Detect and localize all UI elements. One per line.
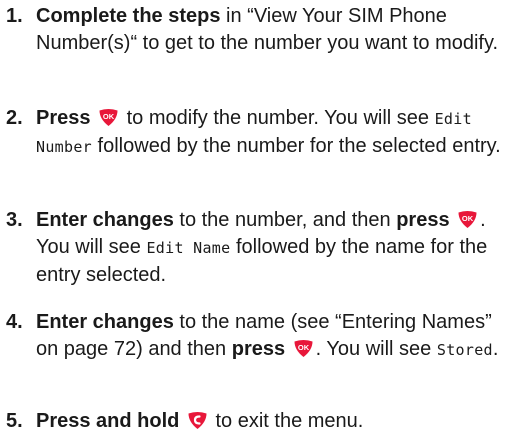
step-2: 2. Press OK to modify the number. You wi…	[0, 105, 525, 161]
svg-text:OK: OK	[462, 214, 474, 223]
step-text: to exit the menu.	[209, 410, 364, 432]
ok-button-icon: OK	[98, 108, 119, 127]
step-text: followed by the number for the selected …	[92, 135, 501, 157]
instruction-page: 1. Complete the steps in “View Your SIM …	[0, 0, 525, 437]
step-number: 4.	[6, 311, 23, 333]
step-text: to the number, and then	[173, 209, 397, 231]
ok-button-icon: OK	[293, 339, 314, 358]
step-1: 1. Complete the steps in “View Your SIM …	[0, 3, 525, 57]
step-5: 5. Press and hold to exit the menu.	[0, 408, 525, 435]
step-lead: Complete the steps	[36, 5, 221, 27]
display-text: Stored	[436, 341, 493, 359]
step-lead: Press	[36, 107, 91, 129]
step-lead: Enter changes	[36, 311, 174, 333]
step-3: 3. Enter changes to the number, and then…	[0, 207, 525, 289]
svg-text:OK: OK	[103, 112, 115, 121]
display-text: Edit Name	[146, 239, 231, 257]
end-button-icon	[187, 411, 208, 430]
step-text: to modify the number. You will see	[121, 107, 435, 129]
step-lead: press	[231, 338, 286, 360]
step-number: 2.	[6, 107, 23, 129]
step-lead: Enter changes	[36, 209, 174, 231]
step-text: . You will see	[315, 338, 437, 360]
step-lead: Press and hold	[36, 410, 180, 432]
step-number: 1.	[6, 5, 23, 27]
ok-button-icon: OK	[457, 210, 478, 229]
step-number: 5.	[6, 410, 23, 432]
step-lead: press	[396, 209, 450, 231]
step-number: 3.	[6, 209, 23, 231]
step-text: .	[492, 338, 499, 360]
svg-text:OK: OK	[298, 343, 310, 352]
step-4: 4. Enter changes to the name (see “Enter…	[0, 309, 525, 364]
